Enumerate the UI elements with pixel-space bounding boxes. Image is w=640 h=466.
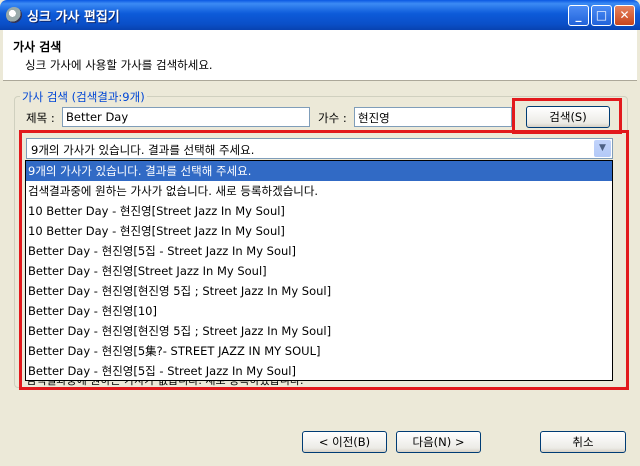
prev-button[interactable]: < 이전(B) — [302, 431, 387, 453]
artist-label: 가수 : — [318, 111, 347, 125]
results-highlight — [19, 130, 629, 390]
title-input[interactable]: Better Day — [62, 107, 310, 127]
close-button[interactable]: ✕ — [614, 5, 635, 26]
search-group-label: 가사 검색 (검색결과:9개) — [20, 89, 147, 105]
wizard-header: 가사 검색 싱크 가사에 사용할 가사를 검색하세요. — [3, 30, 637, 81]
minimize-button[interactable]: _ — [568, 5, 589, 26]
window-title: 싱크 가사 편집기 — [27, 10, 120, 25]
prev-button-label: < 이전(B) — [318, 435, 371, 449]
title-label: 제목 : — [26, 111, 55, 125]
page-title: 가사 검색 — [13, 40, 62, 54]
page-subtitle: 싱크 가사에 사용할 가사를 검색하세요. — [25, 58, 213, 72]
search-button[interactable]: 검색(S) — [526, 106, 610, 128]
window: 싱크 가사 편집기 _ □ ✕ 가사 검색 싱크 가사에 사용할 가사를 검색하… — [0, 0, 640, 466]
maximize-button[interactable]: □ — [591, 5, 612, 26]
cancel-button-label: 취소 — [572, 435, 594, 449]
title-bar: 싱크 가사 편집기 _ □ ✕ — [0, 0, 640, 30]
app-icon — [6, 7, 22, 23]
next-button-label: 다음(N) > — [412, 435, 465, 449]
next-button[interactable]: 다음(N) > — [396, 431, 481, 453]
search-button-label: 검색(S) — [549, 110, 587, 124]
artist-input[interactable]: 현진영 — [354, 107, 512, 127]
cancel-button[interactable]: 취소 — [540, 431, 626, 453]
